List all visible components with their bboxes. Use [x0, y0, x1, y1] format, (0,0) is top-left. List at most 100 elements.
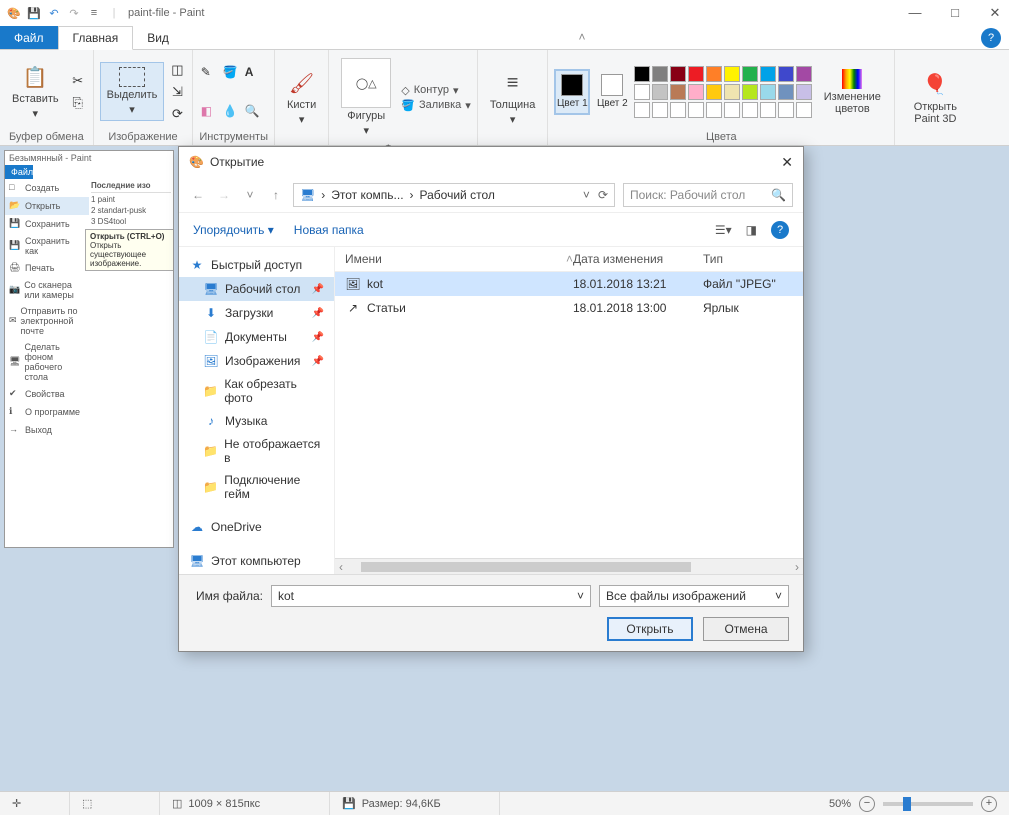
resize-icon[interactable]: ⇲	[168, 83, 186, 101]
crumb-expand-icon[interactable]: ˅	[583, 188, 590, 202]
picker-icon[interactable]: 💧	[223, 104, 241, 118]
qa-undo-icon[interactable]: ↶	[46, 5, 62, 21]
search-input[interactable]: Поиск: Рабочий стол 🔍	[623, 183, 793, 207]
color-swatch[interactable]	[760, 66, 776, 82]
file-row[interactable]: ↗Статьи18.01.2018 13:00Ярлык	[335, 296, 803, 320]
copy-icon[interactable]: ⎘	[69, 94, 87, 112]
tab-home[interactable]: Главная	[58, 26, 134, 50]
dialog-close-icon[interactable]: ✕	[781, 154, 793, 171]
color-swatch[interactable]	[724, 66, 740, 82]
zoom-out-button[interactable]: −	[859, 796, 875, 812]
nav-documents[interactable]: 📄Документы📌	[179, 325, 334, 349]
color-swatch[interactable]	[724, 84, 740, 100]
preview-pane-icon[interactable]: ◨	[746, 223, 757, 237]
color1-button[interactable]: Цвет 1	[554, 69, 590, 115]
color-swatch[interactable]	[778, 66, 794, 82]
new-folder-button[interactable]: Новая папка	[294, 223, 364, 237]
color-swatch[interactable]	[652, 84, 668, 100]
text-icon[interactable]: A	[245, 65, 263, 79]
color-swatch[interactable]	[688, 84, 704, 100]
color-swatch[interactable]	[706, 66, 722, 82]
view-mode-icon[interactable]: ☰▾	[715, 223, 732, 237]
cut-icon[interactable]: ✂	[69, 72, 87, 90]
edit-colors-button[interactable]: Изменение цветов	[816, 65, 888, 119]
qa-redo-icon[interactable]: ↷	[66, 5, 82, 21]
collapse-ribbon-icon[interactable]: ˄	[570, 26, 593, 49]
close-button[interactable]: ✕	[987, 5, 1003, 21]
shape-outline[interactable]: ◇Контур ▾	[401, 84, 471, 97]
color-swatch[interactable]	[742, 66, 758, 82]
file-row[interactable]: 🖼kot18.01.2018 13:21Файл "JPEG"	[335, 272, 803, 296]
color-swatch[interactable]	[652, 102, 668, 118]
qa-save-icon[interactable]: 💾	[26, 5, 42, 21]
col-name[interactable]: Имени ˄	[345, 252, 573, 266]
dialog-help-icon[interactable]: ?	[771, 221, 789, 239]
color-swatch[interactable]	[706, 102, 722, 118]
shape-fill[interactable]: 🪣Заливка ▾	[401, 99, 471, 112]
nav-dropdown-icon[interactable]: ˅	[241, 188, 259, 202]
nav-onedrive[interactable]: ☁OneDrive	[179, 515, 334, 539]
cancel-button[interactable]: Отмена	[703, 617, 789, 641]
organize-menu[interactable]: Упорядочить ▾	[193, 223, 274, 237]
color-swatch[interactable]	[688, 102, 704, 118]
pencil-icon[interactable]: ✎	[201, 65, 219, 79]
nav-fwd-icon[interactable]: →	[215, 188, 233, 202]
color-swatch[interactable]	[634, 84, 650, 100]
zoom-slider[interactable]	[883, 802, 973, 806]
color-swatch[interactable]	[652, 66, 668, 82]
color-swatch[interactable]	[796, 66, 812, 82]
color-swatch[interactable]	[778, 84, 794, 100]
nav-back-icon[interactable]: ←	[189, 188, 207, 202]
minimize-button[interactable]: —	[907, 5, 923, 21]
breadcrumb[interactable]: 🖥 › Этот компь... › Рабочий стол ˅ ⟳	[293, 183, 615, 207]
color-swatch[interactable]	[760, 84, 776, 100]
crumb-desktop[interactable]: Рабочий стол	[420, 188, 495, 202]
crop-icon[interactable]: ◫	[168, 61, 186, 79]
color-swatch[interactable]	[670, 84, 686, 100]
filetype-filter[interactable]: Все файлы изображений˅	[599, 585, 789, 607]
qa-dropdown-icon[interactable]: ≡	[86, 5, 102, 21]
color-swatch[interactable]	[796, 102, 812, 118]
color-swatch[interactable]	[742, 84, 758, 100]
color-swatch[interactable]	[796, 84, 812, 100]
filename-input[interactable]: kot˅	[271, 585, 591, 607]
refresh-icon[interactable]: ⟳	[598, 188, 608, 202]
color-swatch[interactable]	[706, 84, 722, 100]
color2-button[interactable]: Цвет 2	[594, 69, 630, 115]
dropdown-icon[interactable]: ˅	[577, 589, 584, 603]
nav-desktop[interactable]: 🖥Рабочий стол📌	[179, 277, 334, 301]
color-swatch[interactable]	[778, 102, 794, 118]
fill-icon[interactable]: 🪣	[223, 65, 241, 79]
col-type[interactable]: Тип	[703, 252, 793, 266]
nav-pictures[interactable]: 🖼Изображения📌	[179, 349, 334, 373]
col-date[interactable]: Дата изменения	[573, 252, 703, 266]
color-swatch[interactable]	[688, 66, 704, 82]
tab-view[interactable]: Вид	[133, 26, 183, 49]
shapes-gallery[interactable]: ◯△ Фигуры ▾	[335, 54, 397, 141]
color-swatch[interactable]	[724, 102, 740, 118]
open-button[interactable]: Открыть	[607, 617, 693, 641]
nav-up-icon[interactable]: ↑	[267, 188, 285, 202]
thickness-button[interactable]: ≡ Толщина ▾	[484, 65, 542, 130]
eraser-icon[interactable]: ◧	[201, 104, 219, 118]
h-scrollbar[interactable]: ‹›	[335, 558, 803, 574]
zoom-in-button[interactable]: +	[981, 796, 997, 812]
tab-file[interactable]: Файл	[0, 26, 58, 49]
nav-music[interactable]: ♪Музыка	[179, 409, 334, 433]
crumb-pc[interactable]: Этот компь...	[331, 188, 403, 202]
color-swatch[interactable]	[670, 66, 686, 82]
dropdown-icon[interactable]: ˅	[775, 589, 782, 603]
maximize-button[interactable]: □	[947, 5, 963, 21]
select-button[interactable]: Выделить ▾	[100, 62, 165, 121]
nav-downloads[interactable]: ⬇Загрузки📌	[179, 301, 334, 325]
rotate-icon[interactable]: ⟳	[168, 105, 186, 123]
nav-this-pc[interactable]: 🖥Этот компьютер	[179, 549, 334, 573]
nav-folder-gamepad[interactable]: 📁Подключение гейм	[179, 469, 334, 505]
nav-folder-crop[interactable]: 📁Как обрезать фото	[179, 373, 334, 409]
paste-button[interactable]: 📋 Вставить ▾	[6, 59, 65, 124]
color-swatch[interactable]	[760, 102, 776, 118]
color-swatch[interactable]	[742, 102, 758, 118]
zoom-icon[interactable]: 🔍	[245, 104, 263, 118]
color-swatch[interactable]	[634, 102, 650, 118]
nav-folder-hidden[interactable]: 📁Не отображается в	[179, 433, 334, 469]
